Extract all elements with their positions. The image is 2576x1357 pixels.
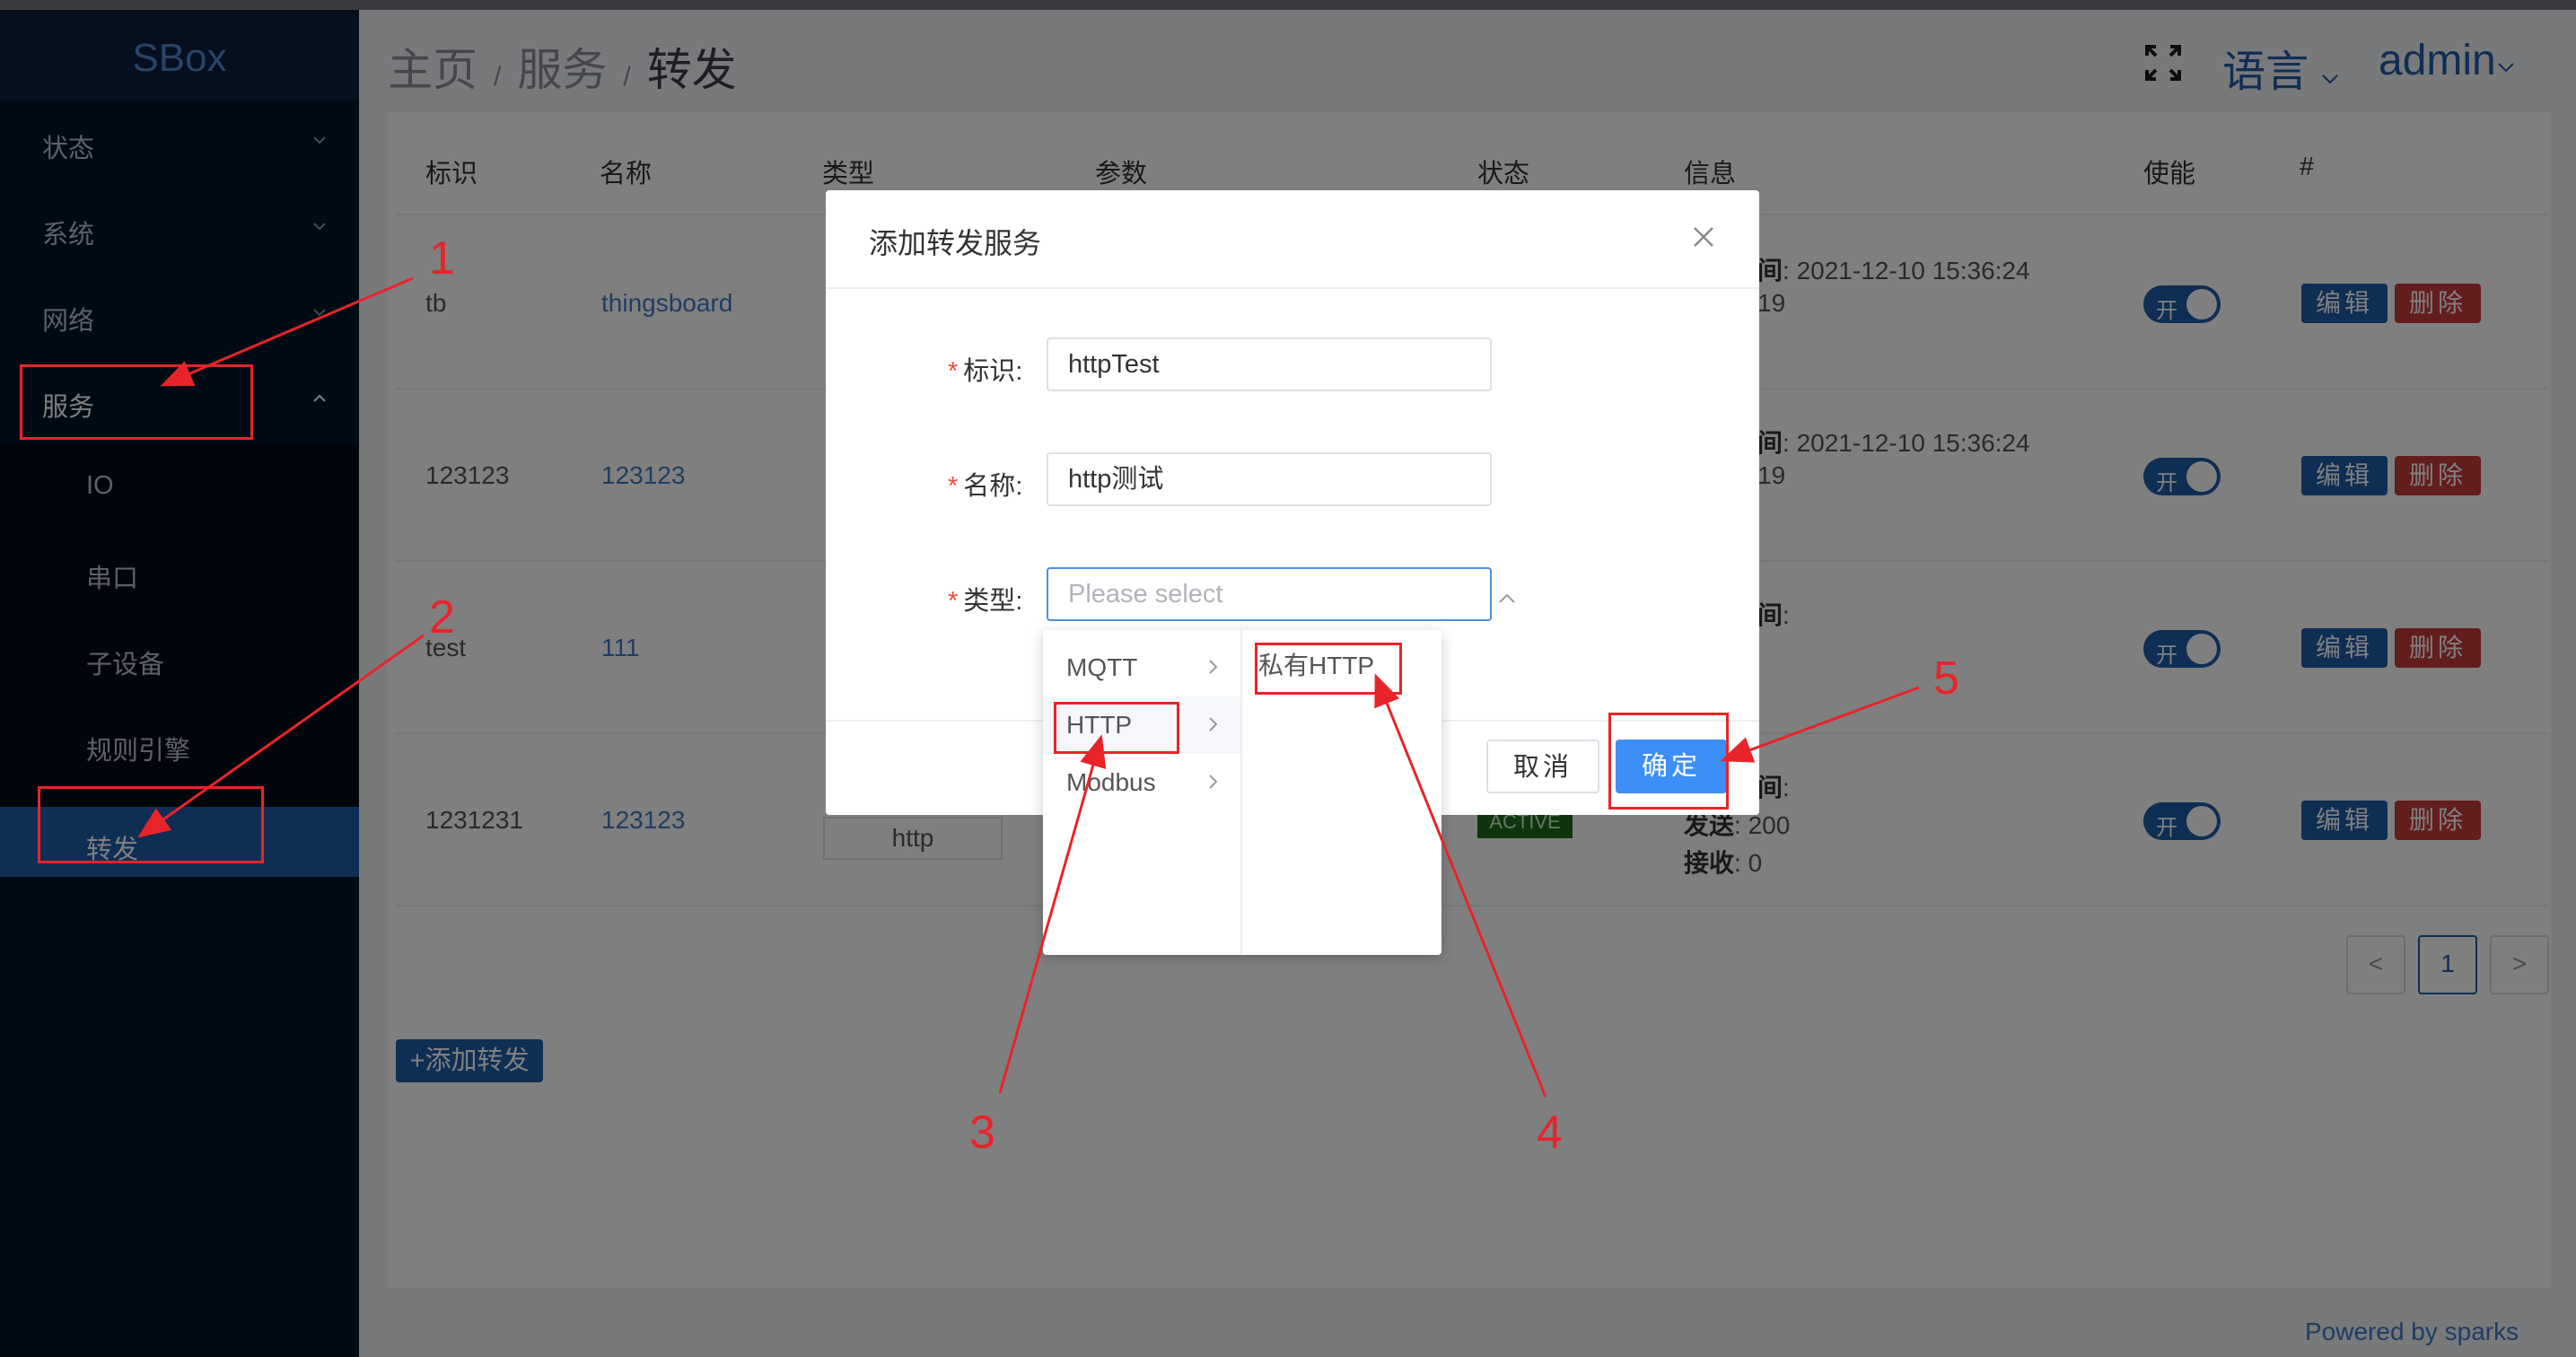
annotation-arrow-1 — [160, 276, 414, 387]
annotation-arrow-4 — [1374, 673, 1547, 1098]
annotation-arrow-3 — [998, 734, 1107, 1094]
annotation-arrow-5 — [1720, 686, 1920, 763]
annotation-arrow-2 — [137, 634, 425, 838]
annotation-arrows — [137, 276, 1920, 1098]
